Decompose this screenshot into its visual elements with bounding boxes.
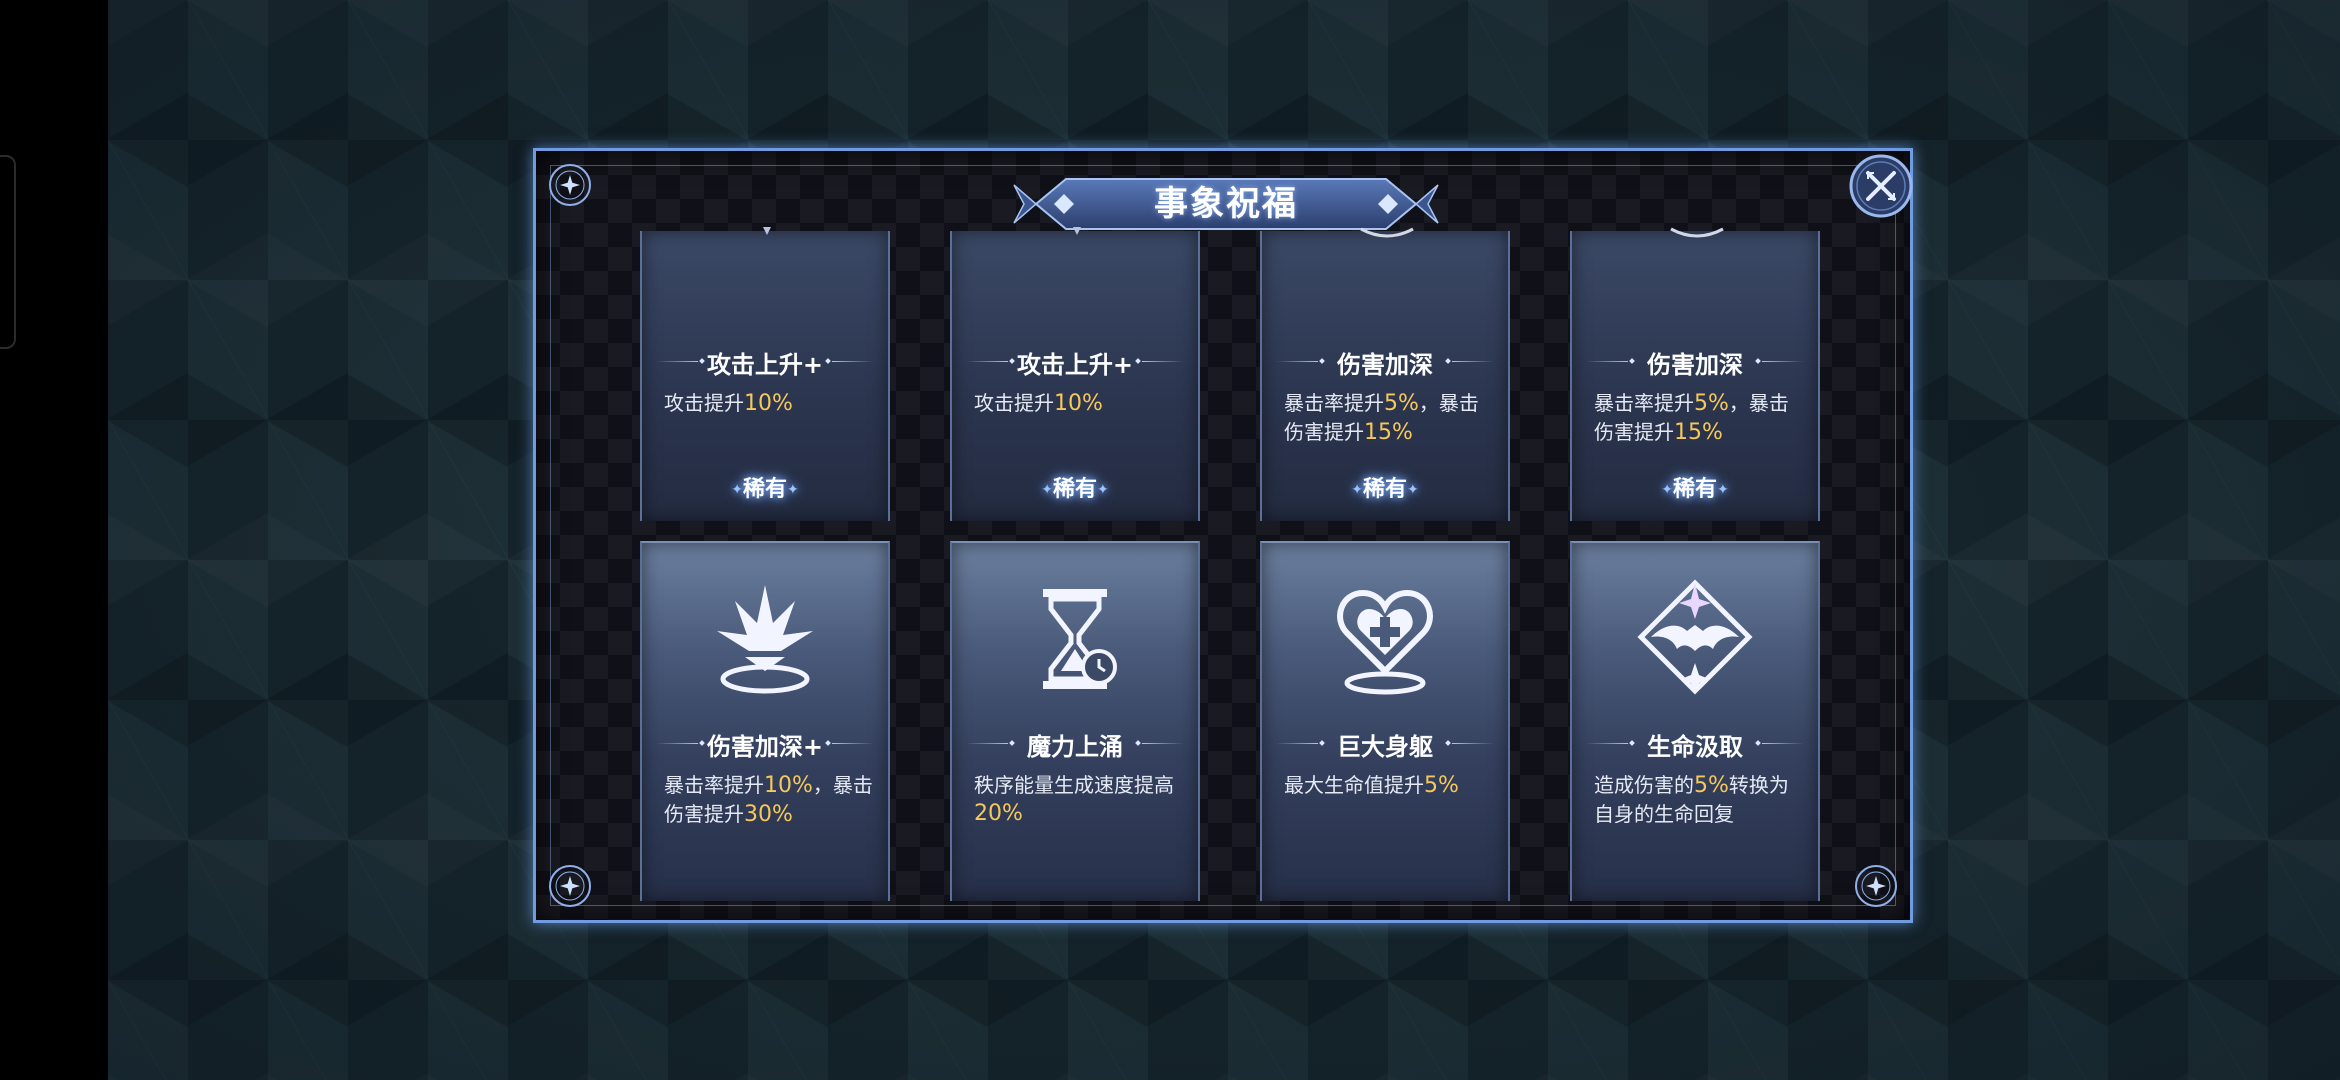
card-name: 攻击上升+ xyxy=(1016,351,1134,379)
desc-value: 5% xyxy=(1384,391,1419,416)
desc-value: 30% xyxy=(744,802,793,827)
desc-text: 暴击率提升 xyxy=(1594,391,1694,415)
hourglass-icon xyxy=(1043,589,1117,689)
decor-line xyxy=(832,743,874,744)
blessing-dialog: 事象祝福 攻击上升+ 攻击提升10% ✦稀有✦ 攻击上升+ 攻击提升10% ✦稀… xyxy=(533,148,1913,923)
rarity-label: ✦稀有✦ xyxy=(1351,477,1419,502)
blessing-card[interactable]: 伤害加深 暴击率提升5%，暴击伤害提升15% ✦稀有✦ xyxy=(1570,227,1820,521)
corner-ornament-icon xyxy=(549,865,591,907)
blessing-card[interactable]: 生命汲取 造成伤害的5%转换为自身的生命回复 xyxy=(1570,541,1820,901)
dialog-title-plate: 事象祝福 xyxy=(1006,173,1446,235)
rarity-text: 稀有 xyxy=(742,477,787,502)
ring-icon xyxy=(1670,227,1724,238)
burst-icon xyxy=(717,585,813,694)
rarity-text: 稀有 xyxy=(1672,477,1717,502)
card-name: 伤害加深 xyxy=(1337,351,1433,379)
desc-text: 秩序能量生成速度提高 xyxy=(974,773,1174,797)
desc-value: 15% xyxy=(1674,420,1723,445)
card-name: 魔力上涌 xyxy=(1027,733,1123,761)
card-name: 生命汲取 xyxy=(1647,733,1743,761)
decor-line xyxy=(1762,743,1804,744)
card-name: 巨大身躯 xyxy=(1337,733,1433,761)
desc-text: 攻击提升 xyxy=(664,391,744,415)
corner-ornament-icon xyxy=(549,164,591,206)
desc-value: 10% xyxy=(764,773,813,798)
decor-line xyxy=(1142,361,1184,362)
rarity-label: ✦稀有✦ xyxy=(1041,477,1109,502)
card-description: 暴击率提升5%，暴击伤害提升15% xyxy=(1594,389,1804,447)
desc-text: 最大生命值提升 xyxy=(1284,773,1424,797)
close-button[interactable] xyxy=(1846,151,1916,221)
rarity-label: ✦稀有✦ xyxy=(1661,477,1729,502)
blessing-card[interactable]: 伤害加深+ 暴击率提升10%，暴击伤害提升30% xyxy=(640,541,890,901)
side-handle xyxy=(0,155,16,349)
card-description: 攻击提升10% xyxy=(664,389,874,418)
rarity-text: 稀有 xyxy=(1362,477,1407,502)
card-name: 攻击上升+ xyxy=(706,351,824,379)
card-description: 暴击率提升5%，暴击伤害提升15% xyxy=(1284,389,1494,447)
blessing-card[interactable]: 伤害加深 暴击率提升5%，暴击伤害提升15% ✦稀有✦ xyxy=(1260,227,1510,521)
ring-icon xyxy=(1360,227,1414,238)
blessing-card[interactable]: 巨大身躯 最大生命值提升5% xyxy=(1260,541,1510,901)
card-name: 伤害加深+ xyxy=(706,733,824,761)
sword-icon xyxy=(763,227,771,235)
bat-diamond-icon xyxy=(1637,579,1753,695)
card-description: 暴击率提升10%，暴击伤害提升30% xyxy=(664,771,874,829)
corner-ornament-icon xyxy=(1855,865,1897,907)
decor-line xyxy=(1452,361,1494,362)
rarity-text: 稀有 xyxy=(1052,477,1097,502)
decor-line xyxy=(1762,361,1804,362)
game-screen: 事象祝福 攻击上升+ 攻击提升10% ✦稀有✦ 攻击上升+ 攻击提升10% ✦稀… xyxy=(0,0,2340,1080)
desc-text: 暴击率提升 xyxy=(664,773,764,797)
blessing-card[interactable]: 魔力上涌 秩序能量生成速度提高 20% xyxy=(950,541,1200,901)
card-description: 最大生命值提升5% xyxy=(1284,771,1494,800)
card-description: 秩序能量生成速度提高 20% xyxy=(974,771,1184,828)
decor-line xyxy=(1142,743,1184,744)
desc-text: 暴击率提升 xyxy=(1284,391,1384,415)
decor-line xyxy=(1452,743,1494,744)
heart-plus-icon xyxy=(1337,589,1433,695)
dialog-title: 事象祝福 xyxy=(1154,184,1298,224)
card-description: 造成伤害的5%转换为自身的生命回复 xyxy=(1594,771,1804,828)
desc-value: 5% xyxy=(1424,773,1459,798)
desc-value: 10% xyxy=(744,391,793,416)
blessing-card[interactable]: 攻击上升+ 攻击提升10% ✦稀有✦ xyxy=(950,227,1200,521)
blessing-card[interactable]: 攻击上升+ 攻击提升10% ✦稀有✦ xyxy=(640,227,890,521)
desc-value: 10% xyxy=(1054,391,1103,416)
desc-value: 20% xyxy=(974,801,1023,826)
card-name: 伤害加深 xyxy=(1647,351,1743,379)
desc-value: 15% xyxy=(1364,420,1413,445)
desc-text: 攻击提升 xyxy=(974,391,1054,415)
card-description: 攻击提升10% xyxy=(974,389,1184,418)
desc-text: 造成伤害的 xyxy=(1594,773,1694,797)
desc-value: 5% xyxy=(1694,773,1729,798)
rarity-label: ✦稀有✦ xyxy=(731,477,799,502)
screen-bezel xyxy=(0,0,108,1080)
desc-value: 5% xyxy=(1694,391,1729,416)
decor-line xyxy=(832,361,874,362)
sword-icon xyxy=(1073,227,1081,235)
